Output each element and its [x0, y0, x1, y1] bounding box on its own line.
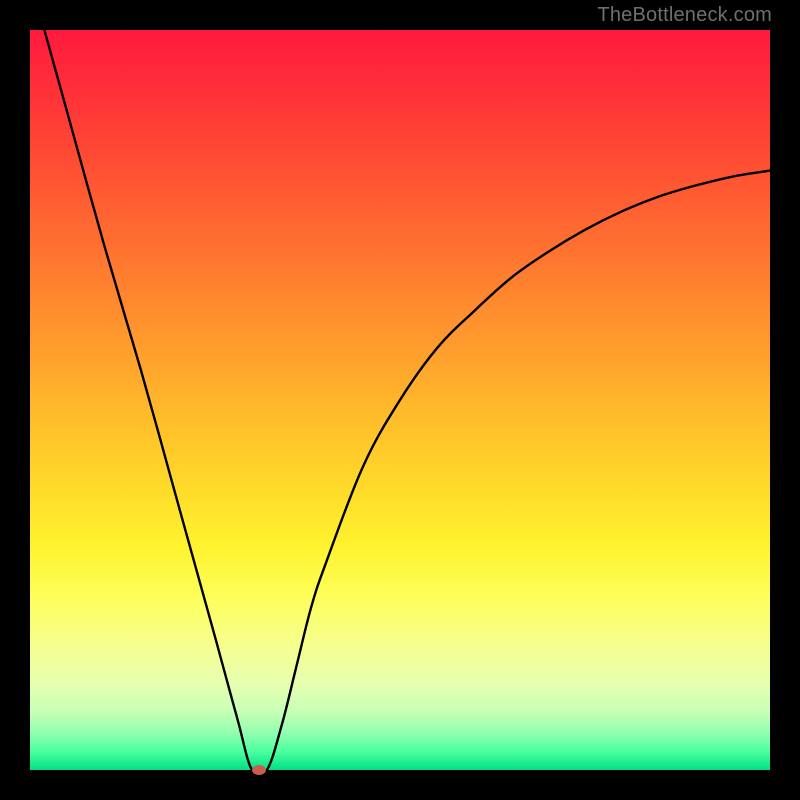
plot-area	[30, 30, 770, 770]
minimum-marker	[252, 765, 266, 775]
chart-frame: TheBottleneck.com	[0, 0, 800, 800]
bottleneck-curve	[30, 30, 770, 770]
watermark-text: TheBottleneck.com	[597, 4, 772, 27]
